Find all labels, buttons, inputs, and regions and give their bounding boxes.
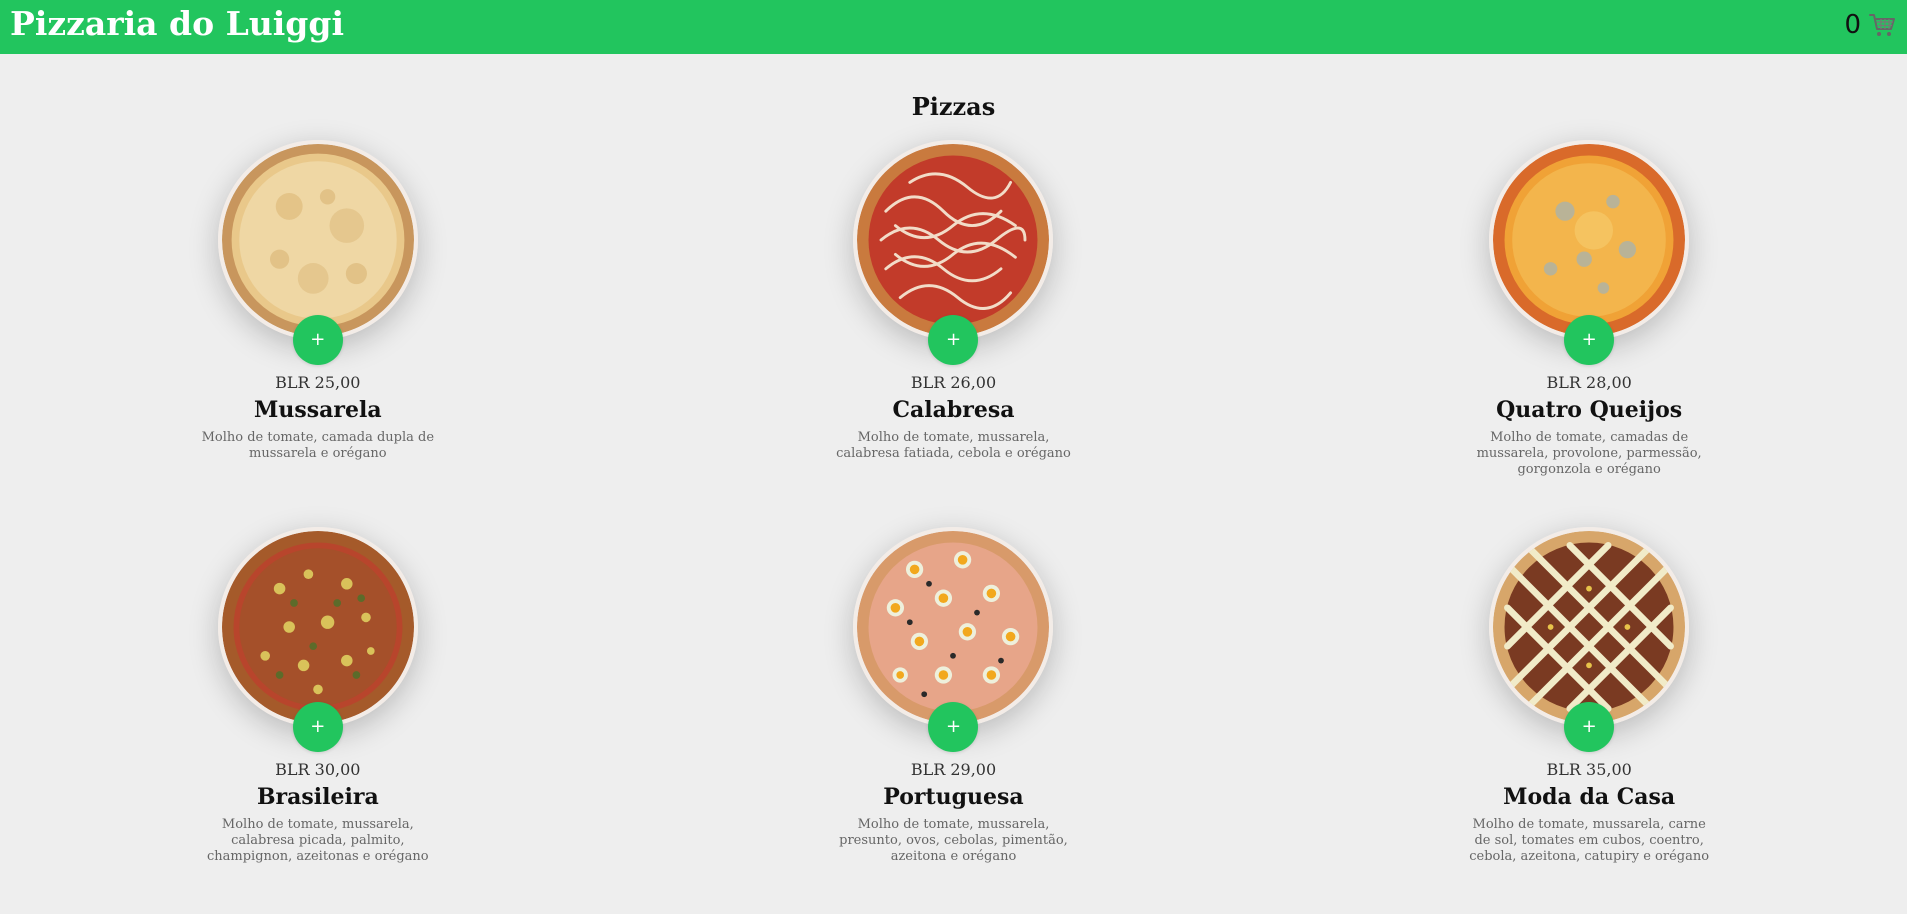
pizza-image-brasileira[interactable]: [217, 527, 418, 727]
top-bar: Pizzaria do Luiggi 0: [0, 0, 1907, 54]
pizza-description: Molho de tomate, camada dupla de mussare…: [201, 430, 435, 461]
add-to-cart-button[interactable]: +: [928, 702, 979, 752]
pizza-card: + BLR 29,00 Portuguesa Molho de tomate, …: [636, 527, 1272, 914]
pizza-card: + BLR 35,00 Moda da Casa Molho de tomate…: [1271, 527, 1907, 914]
pizza-name: Moda da Casa: [1503, 784, 1676, 810]
pizza-price: BLR 25,00: [275, 373, 361, 392]
pizza-image-moda-da-casa[interactable]: [1489, 527, 1690, 727]
add-to-cart-button[interactable]: +: [292, 315, 343, 365]
pizza-description: Molho de tomate, camadas de mussarela, p…: [1476, 430, 1702, 477]
add-to-cart-button[interactable]: +: [292, 702, 343, 752]
brand-logo[interactable]: Pizzaria do Luiggi: [10, 4, 344, 44]
cart-icon: [1869, 14, 1895, 36]
pizza-name: Mussarela: [254, 397, 382, 423]
pizza-price: BLR 30,00: [275, 760, 361, 779]
cart-button[interactable]: 0: [1844, 9, 1897, 41]
pizza-description: Molho de tomate, mussarela, presunto, ov…: [839, 817, 1068, 864]
add-to-cart-button[interactable]: +: [928, 315, 979, 365]
add-to-cart-button[interactable]: +: [1564, 702, 1615, 752]
pizza-card: + BLR 28,00 Quatro Queijos Molho de toma…: [1271, 140, 1907, 527]
pizza-card: + BLR 26,00 Calabresa Molho de tomate, m…: [636, 140, 1272, 527]
pizza-card: + BLR 30,00 Brasileira Molho de tomate, …: [0, 527, 636, 914]
pizza-price: BLR 28,00: [1546, 373, 1632, 392]
pizza-price: BLR 29,00: [910, 760, 997, 779]
pizza-name: Portuguesa: [883, 784, 1024, 810]
pizza-name: Quatro Queijos: [1496, 397, 1683, 423]
pizza-description: Molho de tomate, mussarela, calabresa fa…: [836, 430, 1071, 461]
section-title: Pizzas: [911, 92, 996, 121]
pizza-image-mussarela[interactable]: [217, 140, 418, 340]
pizza-image-quatro-queijos[interactable]: [1489, 140, 1690, 340]
pizza-grid: + BLR 25,00 Mussarela Molho de tomate, c…: [0, 140, 1907, 914]
pizza-card: + BLR 25,00 Mussarela Molho de tomate, c…: [0, 140, 636, 527]
pizza-image-portuguesa[interactable]: [853, 527, 1054, 727]
add-to-cart-button[interactable]: +: [1564, 315, 1615, 365]
pizza-image-calabresa[interactable]: [853, 140, 1054, 340]
pizza-name: Brasileira: [256, 784, 379, 810]
pizza-description: Molho de tomate, mussarela, carne de sol…: [1469, 817, 1710, 864]
pizza-description: Molho de tomate, mussarela, calabresa pi…: [207, 817, 429, 864]
pizza-price: BLR 35,00: [1546, 760, 1632, 779]
pizza-price: BLR 26,00: [910, 373, 997, 392]
cart-count: 0: [1844, 10, 1861, 40]
pizza-name: Calabresa: [892, 397, 1015, 423]
